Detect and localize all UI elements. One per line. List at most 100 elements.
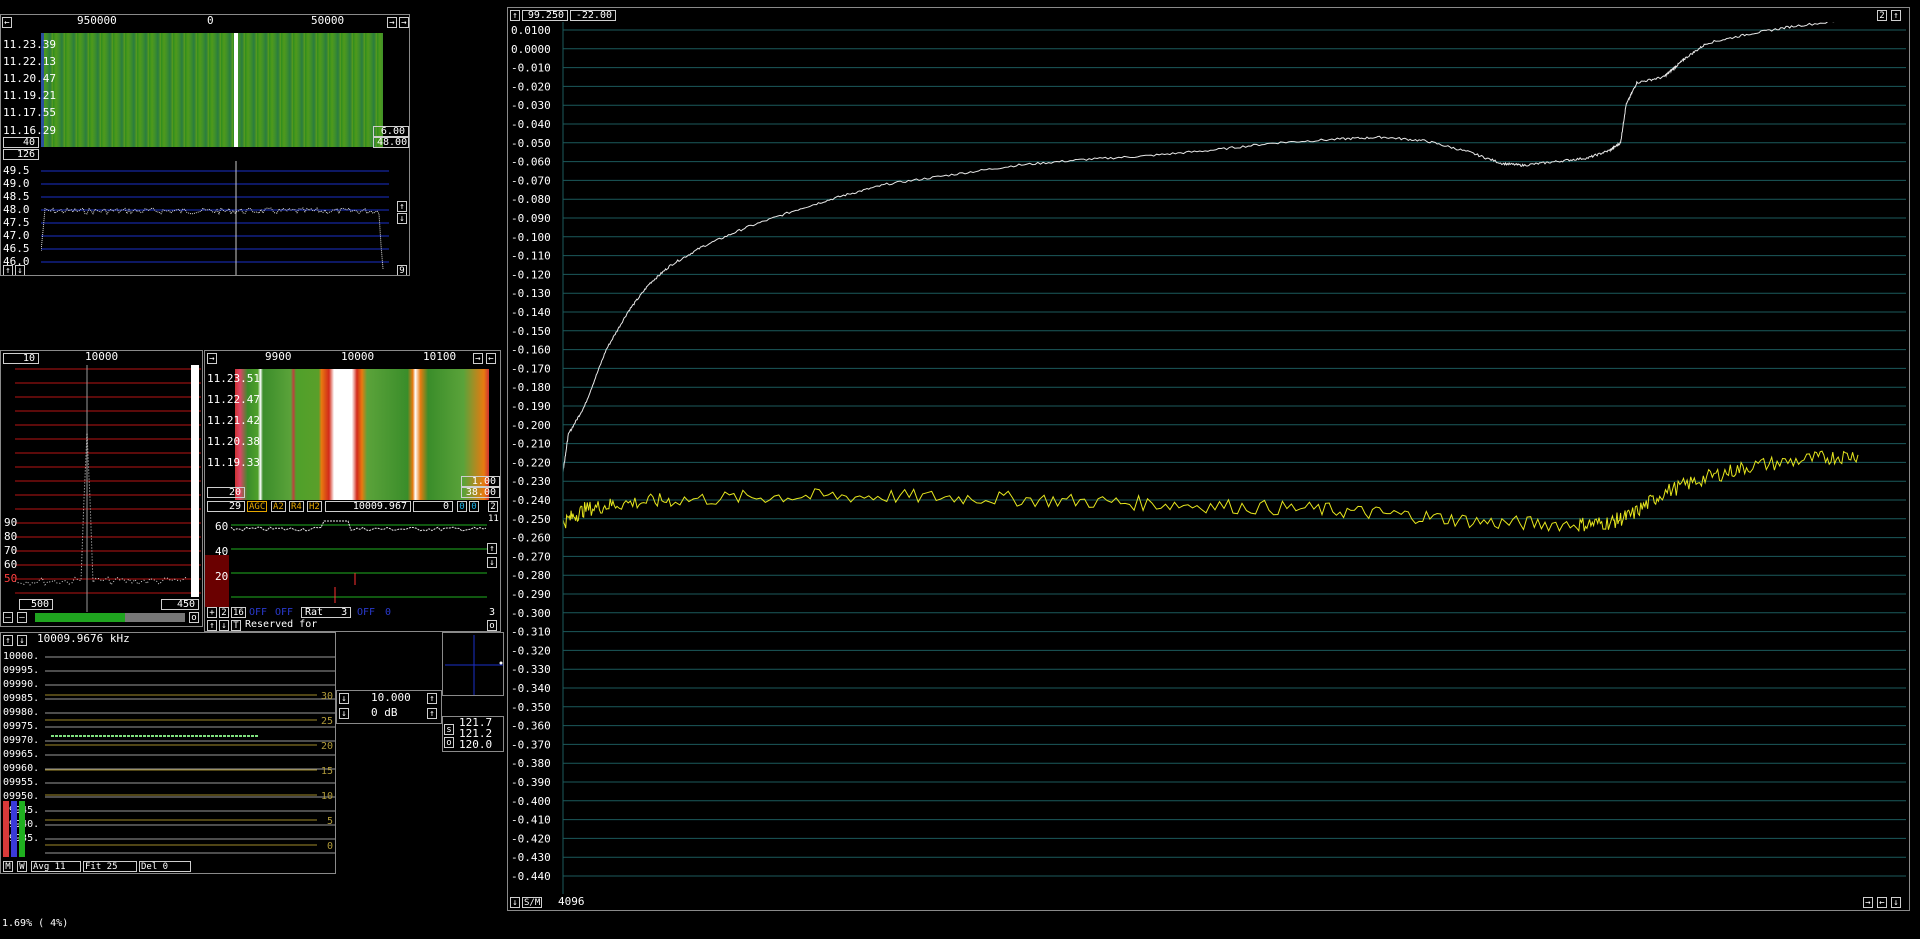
minus-button-2[interactable]: – [17, 612, 27, 623]
channel-2-button[interactable]: 2 [488, 501, 498, 512]
zoom-up-button[interactable]: ↑ [397, 201, 407, 212]
offset-up-button[interactable]: ↑ [427, 693, 437, 704]
offset-down-button[interactable]: ↓ [339, 693, 349, 704]
option-button[interactable]: o [189, 612, 199, 623]
spectrum-y-label: 48.5 [3, 190, 30, 203]
zoom-gain-box[interactable]: 1.00 [461, 476, 500, 487]
off-toggle-2[interactable]: OFF [275, 607, 293, 619]
gain-down-button[interactable]: ↓ [339, 708, 349, 719]
waterfall-avg-box[interactable]: 40 [3, 137, 39, 148]
scope-panel[interactable] [442, 632, 504, 696]
baseband-left-box[interactable]: 500 [19, 599, 53, 610]
fit-box[interactable]: Fit 25 [83, 861, 137, 872]
baseband-y-label: 70 [4, 544, 18, 557]
y-tick-label: -0.210 [511, 438, 551, 451]
minus-button[interactable]: – [3, 612, 13, 623]
main-down-button-right[interactable]: ↓ [1891, 897, 1901, 908]
baseband-avg-box[interactable]: 10 [3, 353, 39, 364]
spectrum-corner-box[interactable]: 9 [397, 265, 407, 275]
r4-button[interactable]: R4 [289, 501, 304, 512]
waterfall-zero-box[interactable]: 48.00 [373, 137, 409, 148]
main-page-button[interactable]: 2 [1877, 10, 1887, 21]
scroll-right-button[interactable]: → [387, 17, 397, 28]
baseband-spectrum[interactable] [15, 365, 201, 612]
plus-button[interactable]: + [207, 607, 217, 618]
main-scroll-right[interactable]: → [1863, 897, 1873, 908]
off-toggle-3[interactable]: OFF [357, 607, 375, 619]
h2-button[interactable]: H2 [307, 501, 322, 512]
y-tick-label: -0.340 [511, 682, 551, 695]
axis-label: 0 [207, 14, 214, 27]
spectrum-y-label: 49.5 [3, 164, 30, 177]
status-option-button[interactable]: o [487, 620, 497, 631]
frequency-box[interactable]: 10009.967 [325, 501, 411, 512]
main-scroll-left[interactable]: ← [1877, 897, 1887, 908]
agc-graph[interactable] [205, 515, 500, 611]
axis-label: 950000 [77, 14, 117, 27]
baseband-center-label: 10000 [85, 350, 119, 363]
rate-box[interactable]: Rat 3 [301, 607, 351, 618]
sm-mode-button[interactable]: S/M [522, 897, 543, 908]
y-tick-label: -0.150 [511, 325, 551, 338]
text-mode-button[interactable]: T [231, 620, 241, 631]
main-offset-box[interactable]: -22.00 [570, 10, 616, 21]
y-tick-label: -0.360 [511, 720, 551, 733]
wide-spectrum-panel: ← → → 950000 0 50000 11.23.39 11.22.13 1… [0, 14, 410, 276]
zoom-scroll-left[interactable]: → [207, 353, 217, 364]
scroll-right-button-2[interactable]: → [399, 17, 409, 28]
zoom-zero-box[interactable]: 38.00 [461, 487, 500, 498]
y-tick-label: -0.420 [511, 832, 551, 845]
waterfall-gain-box[interactable]: 6.00 [373, 126, 409, 137]
spectrum-area[interactable] [41, 161, 389, 275]
channel-1-button[interactable]: 0 [469, 501, 479, 512]
readings-o-button[interactable]: o [444, 737, 454, 748]
freq-offset-box[interactable]: 0 [413, 501, 453, 512]
y-tick-label: -0.410 [511, 814, 551, 827]
a2-button[interactable]: A2 [271, 501, 286, 512]
spectrum-y-label: 46.5 [3, 242, 30, 255]
main-down-button[interactable]: ↓ [510, 897, 520, 908]
agc-button[interactable]: AGC [247, 501, 268, 512]
agc-down-button[interactable]: ↓ [487, 557, 497, 568]
readings-s-button[interactable]: s [444, 724, 454, 735]
zoom-down-button[interactable]: ↓ [397, 213, 407, 224]
zoom-time-label: 11.22.47 [207, 393, 260, 406]
offset-panel: ↓ 10.000 ↑ ↓ 0 dB ↑ [336, 690, 442, 724]
main-scale-box[interactable]: 99.250 [522, 10, 568, 21]
off-toggle[interactable]: OFF [249, 607, 267, 619]
main-up-button-right[interactable]: ↑ [1891, 10, 1901, 21]
zoom-avg-box[interactable]: 20 [207, 487, 245, 498]
y-tick-label: -0.110 [511, 250, 551, 263]
mode-16-button[interactable]: 16 [231, 607, 246, 618]
main-up-button[interactable]: ↑ [510, 10, 520, 21]
scroll-left-button[interactable]: ← [2, 17, 12, 28]
channel-0-button[interactable]: 0 [457, 501, 467, 512]
agc-value-box[interactable]: 29 [207, 501, 245, 512]
mode-2-button[interactable]: 2 [219, 607, 229, 618]
freq-meter-graph[interactable]: 30 25 20 15 10 5 0 10000. 09995. 09990. 09985. 0998… [1, 647, 335, 859]
zoom-scroll-right[interactable]: → [473, 353, 483, 364]
mode-w-button[interactable]: W [17, 861, 27, 872]
status-down-button[interactable]: ↓ [219, 620, 229, 631]
level-down-button[interactable]: ↓ [15, 265, 25, 275]
y-tick-label: -0.400 [511, 795, 551, 808]
main-chart[interactable]: 0.0100 0.0000 -0.010 -0.020 -0.030 -0.040 -0.0… [508, 22, 1909, 894]
del-box[interactable]: Del 0 [139, 861, 191, 872]
baseband-right-box[interactable]: 450 [161, 599, 199, 610]
gain-value: 0 dB [371, 706, 398, 719]
zoom-waterfall[interactable] [235, 369, 489, 500]
freq-down-button[interactable]: ↓ [17, 635, 27, 646]
freq-up-button[interactable]: ↑ [3, 635, 13, 646]
rate-label: Rat [305, 607, 324, 618]
y-tick-label: -0.370 [511, 738, 551, 751]
status-up-button[interactable]: ↑ [207, 620, 217, 631]
agc-up-button[interactable]: ↑ [487, 543, 497, 554]
level-up-button[interactable]: ↑ [3, 265, 13, 275]
spectrum-trace [41, 207, 384, 270]
spectrum-scale-box[interactable]: 126 [3, 149, 39, 160]
waterfall-display[interactable] [41, 33, 383, 147]
gain-up-button[interactable]: ↑ [427, 708, 437, 719]
zoom-scroll-right-2[interactable]: ← [486, 353, 496, 364]
avg-box[interactable]: Avg 11 [31, 861, 81, 872]
mode-m-button[interactable]: M [3, 861, 13, 872]
